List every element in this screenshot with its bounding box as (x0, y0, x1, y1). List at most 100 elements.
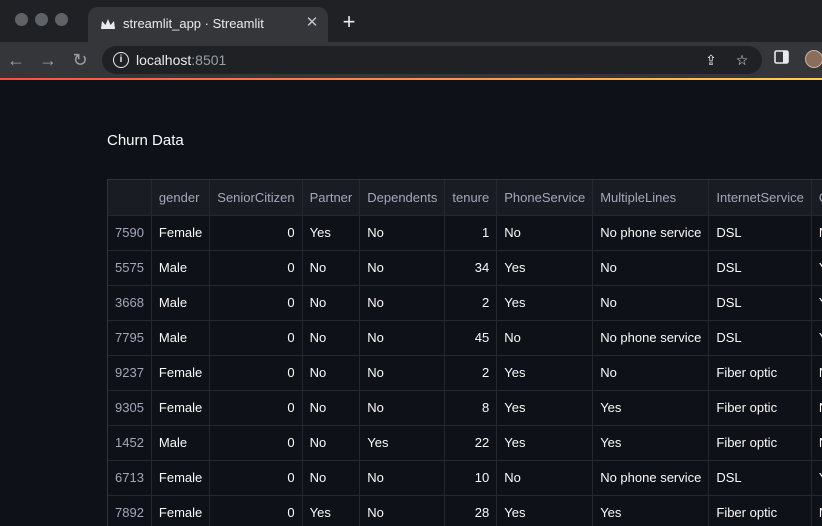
tab-close-icon[interactable]: ✕ (302, 13, 322, 33)
table-cell[interactable]: Fiber optic (708, 390, 812, 426)
table-cell[interactable]: No (496, 215, 594, 251)
bookmark-star-icon[interactable]: ☆ (732, 50, 752, 70)
table-cell[interactable]: Yes (496, 285, 594, 321)
table-cell[interactable]: No (811, 495, 822, 526)
column-header[interactable]: Partner (302, 180, 361, 216)
table-cell[interactable]: No (359, 285, 446, 321)
table-cell[interactable]: Yes (811, 320, 822, 356)
reload-icon[interactable]: ↻ (68, 48, 92, 72)
table-cell[interactable]: DSL (708, 250, 812, 286)
table-cell[interactable]: 0 (209, 460, 303, 496)
table-cell[interactable]: Yes (592, 495, 710, 526)
table-cell[interactable]: Yes (592, 390, 710, 426)
table-cell[interactable]: No (359, 355, 446, 391)
table-cell[interactable]: Yes (302, 215, 361, 251)
table-cell[interactable]: No (359, 390, 446, 426)
table-cell[interactable]: No (496, 320, 594, 356)
table-cell[interactable]: 0 (209, 355, 303, 391)
row-index-cell[interactable]: 3668 (108, 285, 152, 321)
table-cell[interactable]: 0 (209, 425, 303, 461)
table-cell[interactable]: Yes (811, 285, 822, 321)
table-cell[interactable]: Male (151, 320, 211, 356)
row-index-cell[interactable]: 7795 (108, 320, 152, 356)
table-cell[interactable]: DSL (708, 460, 812, 496)
share-icon[interactable]: ⇪ (701, 50, 721, 70)
table-cell[interactable]: Yes (811, 460, 822, 496)
column-header[interactable]: gender (151, 180, 211, 216)
table-cell[interactable]: 1 (444, 215, 498, 251)
table-cell[interactable]: No (811, 355, 822, 391)
table-cell[interactable]: 0 (209, 250, 303, 286)
column-header[interactable]: Dependents (359, 180, 446, 216)
index-header[interactable] (108, 180, 152, 216)
browser-tab[interactable]: streamlit_app · Streamlit ✕ (88, 7, 328, 42)
table-cell[interactable]: Fiber optic (708, 355, 812, 391)
table-cell[interactable]: No (302, 250, 361, 286)
table-cell[interactable]: 45 (444, 320, 498, 356)
table-cell[interactable]: Yes (359, 425, 446, 461)
table-cell[interactable]: No (302, 320, 361, 356)
table-cell[interactable]: No (302, 390, 361, 426)
column-header[interactable]: SeniorCitizen (209, 180, 303, 216)
row-index-cell[interactable]: 1452 (108, 425, 152, 461)
table-cell[interactable]: 34 (444, 250, 498, 286)
table-cell[interactable]: Yes (302, 495, 361, 526)
churn-dataframe[interactable]: gender SeniorCitizen Partner Dependents tenu… (107, 179, 822, 526)
table-cell[interactable]: No (359, 460, 446, 496)
table-cell[interactable]: No (359, 215, 446, 251)
window-minimize-button[interactable] (35, 13, 48, 26)
forward-arrow-icon[interactable]: → (36, 48, 60, 72)
table-cell[interactable]: Male (151, 425, 211, 461)
table-cell[interactable]: Male (151, 250, 211, 286)
table-cell[interactable]: No phone service (592, 215, 710, 251)
table-cell[interactable]: No (811, 390, 822, 426)
table-cell[interactable]: No (359, 320, 446, 356)
column-header[interactable]: tenure (444, 180, 498, 216)
table-cell[interactable]: Yes (592, 425, 710, 461)
table-cell[interactable]: Yes (496, 495, 594, 526)
window-close-button[interactable] (15, 13, 28, 26)
address-bar[interactable]: i localhost:8501 ⇪ ☆ (102, 46, 762, 74)
table-cell[interactable]: 22 (444, 425, 498, 461)
table-cell[interactable]: 0 (209, 495, 303, 526)
column-header[interactable]: PhoneService (496, 180, 594, 216)
column-header[interactable]: MultipleLines (592, 180, 710, 216)
table-cell[interactable]: 8 (444, 390, 498, 426)
column-header[interactable]: InternetService (708, 180, 812, 216)
table-cell[interactable]: Yes (496, 425, 594, 461)
table-cell[interactable]: Yes (811, 250, 822, 286)
table-cell[interactable]: Male (151, 285, 211, 321)
table-cell[interactable]: Female (151, 495, 211, 526)
side-panel-icon[interactable] (773, 48, 791, 66)
table-cell[interactable]: 28 (444, 495, 498, 526)
table-cell[interactable]: No (811, 425, 822, 461)
table-cell[interactable]: 0 (209, 215, 303, 251)
table-cell[interactable]: 0 (209, 320, 303, 356)
table-cell[interactable]: No (302, 355, 361, 391)
table-cell[interactable]: DSL (708, 320, 812, 356)
table-cell[interactable]: No (302, 460, 361, 496)
row-index-cell[interactable]: 5575 (108, 250, 152, 286)
table-cell[interactable]: Female (151, 460, 211, 496)
row-index-cell[interactable]: 9305 (108, 390, 152, 426)
table-cell[interactable]: Yes (496, 355, 594, 391)
table-cell[interactable]: DSL (708, 215, 812, 251)
table-cell[interactable]: No (811, 215, 822, 251)
table-cell[interactable]: No (592, 250, 710, 286)
column-header[interactable]: OnlineSecurity (811, 180, 822, 216)
row-index-cell[interactable]: 6713 (108, 460, 152, 496)
table-cell[interactable]: No (302, 425, 361, 461)
table-cell[interactable]: 0 (209, 390, 303, 426)
table-cell[interactable]: Female (151, 390, 211, 426)
table-cell[interactable]: No phone service (592, 320, 710, 356)
table-cell[interactable]: No (359, 250, 446, 286)
back-arrow-icon[interactable]: ← (4, 48, 28, 72)
table-cell[interactable]: No (302, 285, 361, 321)
table-cell[interactable]: 2 (444, 355, 498, 391)
table-cell[interactable]: DSL (708, 285, 812, 321)
table-cell[interactable]: 0 (209, 285, 303, 321)
table-cell[interactable]: No (592, 355, 710, 391)
profile-avatar[interactable] (805, 50, 822, 68)
row-index-cell[interactable]: 7892 (108, 495, 152, 526)
table-cell[interactable]: No (496, 460, 594, 496)
